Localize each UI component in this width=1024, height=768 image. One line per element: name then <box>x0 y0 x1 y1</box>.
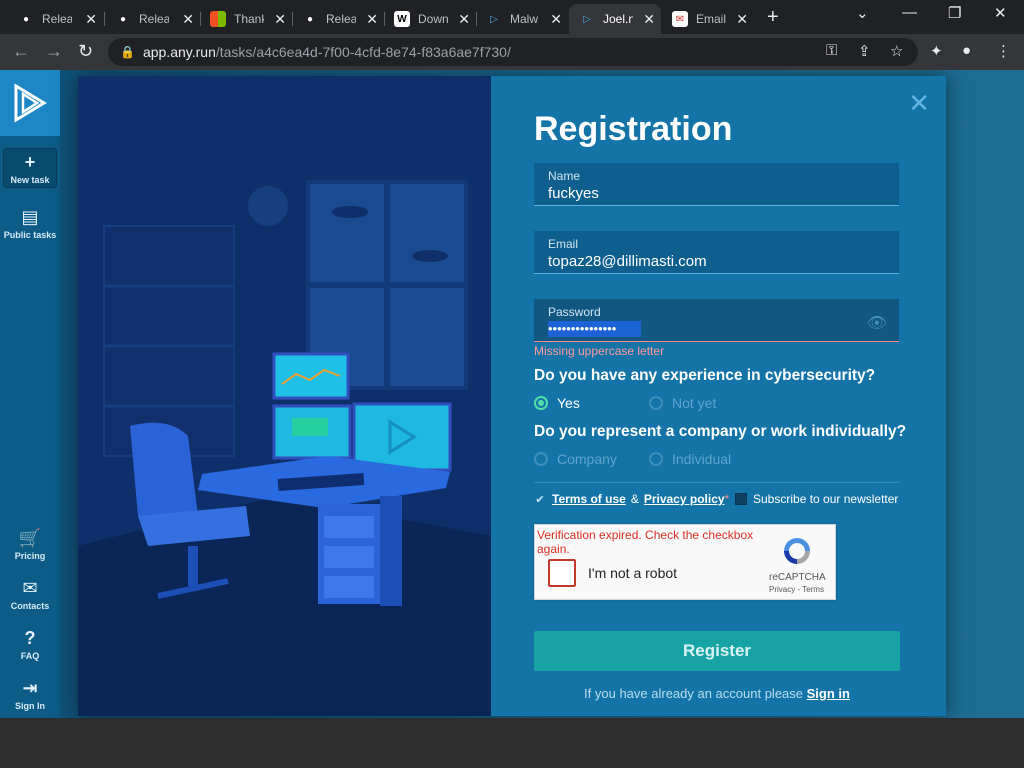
star-icon[interactable]: ☆ <box>890 42 903 60</box>
email-field[interactable]: Email topaz28@dillimasti.com <box>534 231 899 274</box>
page: + New task ▤ Public tasks 🛒 Pricing ✉ Co… <box>0 70 1024 718</box>
plus-icon: + <box>24 152 36 172</box>
sidebar-item-new-task[interactable]: + New task <box>3 148 57 188</box>
captcha-expired-message: Verification expired. Check the checkbox… <box>537 528 754 556</box>
browser-tab[interactable]: ✉ Email ✕ <box>662 4 754 34</box>
help-icon: ? <box>24 628 36 648</box>
recaptcha-icon <box>784 538 810 564</box>
github-icon: ● <box>119 13 127 25</box>
captcha-checkbox[interactable] <box>548 559 576 587</box>
newsletter-checkbox[interactable] <box>735 493 747 505</box>
company-question: Do you represent a company or work indiv… <box>534 423 907 440</box>
checkmark-icon[interactable]: ✔ <box>534 493 546 506</box>
browser-tab[interactable]: ● Relea ✕ <box>8 4 103 34</box>
browser-tab[interactable]: ▷ Malw ✕ <box>476 4 568 34</box>
browser-tab[interactable]: Thank ✕ <box>200 4 292 34</box>
illustration <box>78 76 491 716</box>
close-tab-icon[interactable]: ✕ <box>85 11 97 28</box>
microsoft-icon <box>210 11 226 27</box>
close-tab-icon[interactable]: ✕ <box>182 11 194 28</box>
github-icon: ● <box>22 13 30 25</box>
restore-icon[interactable]: ❐ <box>948 4 961 22</box>
radio-yes[interactable]: Yes <box>534 395 580 411</box>
radio-unchecked-icon <box>649 452 663 466</box>
anyrun-icon: ▷ <box>583 13 591 25</box>
captcha-privacy-terms[interactable]: Privacy - Terms <box>769 585 824 594</box>
radio-individual[interactable]: Individual <box>649 451 731 467</box>
forward-icon[interactable]: → <box>45 41 63 62</box>
signin-prompt: If you have already an account please Si… <box>584 686 850 701</box>
password-field[interactable]: Password ••••••••••••••• 👁 <box>534 299 899 342</box>
recaptcha-widget: Verification expired. Check the checkbox… <box>534 524 836 600</box>
new-tab-icon[interactable]: + <box>767 6 779 29</box>
browser-tab-bar: ● Relea ✕ ● Relea ✕ Thank ✕ ● Relea ✕ W … <box>0 0 1024 34</box>
close-tab-icon[interactable]: ✕ <box>458 11 470 28</box>
document-icon: ▤ <box>21 207 39 227</box>
browser-tab[interactable]: ● Relea ✕ <box>292 4 384 34</box>
anyrun-icon: ▷ <box>490 13 498 25</box>
eye-icon[interactable]: 👁 <box>867 313 887 333</box>
divider <box>534 482 899 483</box>
profile-icon[interactable]: ● <box>962 42 971 59</box>
terms-link[interactable]: Terms of use <box>552 492 626 506</box>
mail-icon: ✉ <box>22 578 38 598</box>
password-error: Missing uppercase letter <box>534 344 665 358</box>
close-tab-icon[interactable]: ✕ <box>274 11 286 28</box>
register-button[interactable]: Register <box>534 631 900 671</box>
radio-not-yet[interactable]: Not yet <box>649 395 716 411</box>
page-title: Registration <box>534 110 733 148</box>
key-icon[interactable]: ⚿ <box>826 42 837 59</box>
browser-tab[interactable]: W Down ✕ <box>384 4 476 34</box>
browser-tab-active[interactable]: ▷ Joel.n ✕ <box>569 4 661 34</box>
close-icon[interactable]: ✕ <box>908 88 930 119</box>
close-tab-icon[interactable]: ✕ <box>366 11 378 28</box>
radio-unchecked-icon <box>649 396 663 410</box>
close-window-icon[interactable]: ✕ <box>994 4 1007 22</box>
name-field[interactable]: Name fuckyes <box>534 163 899 206</box>
sign-in-icon: ⇥ <box>22 678 38 698</box>
lock-icon: 🔒 <box>120 45 135 59</box>
radio-checked-icon <box>534 396 548 410</box>
reload-icon[interactable]: ↻ <box>78 41 93 62</box>
share-icon[interactable]: ⇪ <box>858 42 871 60</box>
sidebar-item-sign-in[interactable]: ⇥ Sign In <box>3 678 57 711</box>
back-icon[interactable]: ← <box>12 41 30 62</box>
sidebar-item-contacts[interactable]: ✉ Contacts <box>3 578 57 611</box>
sign-in-link[interactable]: Sign in <box>807 686 850 701</box>
anyrun-logo[interactable] <box>0 70 60 136</box>
github-icon: ● <box>306 13 314 25</box>
radio-company[interactable]: Company <box>534 451 617 467</box>
email-icon: ✉ <box>672 11 688 27</box>
taskbar-area <box>0 718 1024 768</box>
experience-question: Do you have any experience in cybersecur… <box>534 367 876 384</box>
browser-tab[interactable]: ● Relea ✕ <box>105 4 200 34</box>
terms-checkbox-row: ✔ Terms of use & Privacy policy * <box>534 492 730 506</box>
privacy-link[interactable]: Privacy policy <box>644 492 725 506</box>
sidebar-item-pricing[interactable]: 🛒 Pricing <box>3 528 57 561</box>
sidebar: + New task ▤ Public tasks 🛒 Pricing ✉ Co… <box>0 70 60 718</box>
menu-icon[interactable]: ⋮ <box>996 42 1011 60</box>
minimize-icon[interactable]: — <box>902 4 917 21</box>
extensions-icon[interactable]: ✦ <box>930 42 943 60</box>
close-tab-icon[interactable]: ✕ <box>643 11 655 28</box>
registration-modal: ✕ Registration Name fuckyes Email topaz2… <box>78 76 946 716</box>
radio-unchecked-icon <box>534 452 548 466</box>
newsletter-checkbox-row[interactable]: Subscribe to our newsletter <box>735 492 898 506</box>
w-icon: W <box>394 11 410 27</box>
password-value: ••••••••••••••• <box>548 321 641 337</box>
close-tab-icon[interactable]: ✕ <box>550 11 562 28</box>
address-bar[interactable]: 🔒 app.any.run/tasks/a4c6ea4d-7f00-4cfd-8… <box>108 38 918 66</box>
cart-icon: 🛒 <box>18 528 42 548</box>
tab-search-icon[interactable]: ⌄ <box>856 4 869 22</box>
captcha-label: I'm not a robot <box>588 565 678 581</box>
sidebar-item-faq[interactable]: ? FAQ <box>3 628 57 661</box>
registration-form: ✕ Registration Name fuckyes Email topaz2… <box>491 76 946 716</box>
browser-toolbar: ← → ↻ 🔒 app.any.run/tasks/a4c6ea4d-7f00-… <box>0 34 1024 70</box>
close-tab-icon[interactable]: ✕ <box>736 11 748 28</box>
sidebar-item-public-tasks[interactable]: ▤ Public tasks <box>3 207 57 240</box>
